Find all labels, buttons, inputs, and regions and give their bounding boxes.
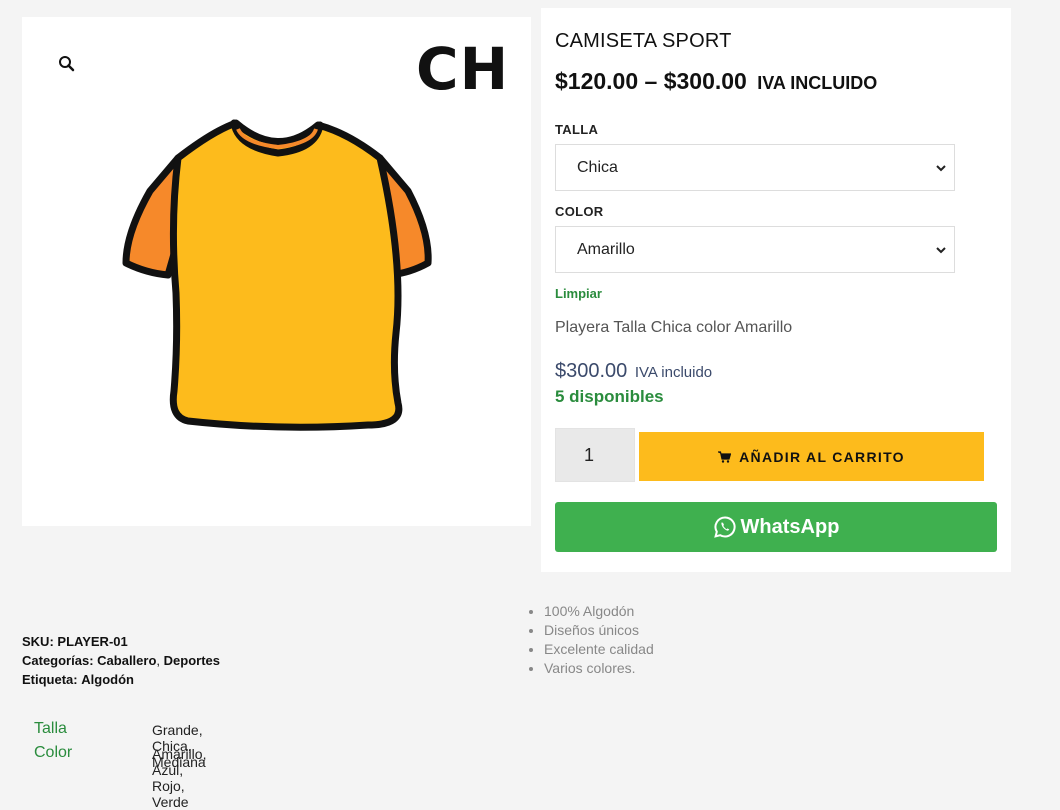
price-suffix: IVA INCLUIDO [757,73,878,93]
categories-label: Categorías: [22,653,94,668]
tag-link-algodon[interactable]: Algodón [81,672,134,687]
whatsapp-button[interactable]: WhatsApp [555,502,997,552]
price-range: $120.00 – $300.00 IVA INCLUIDO [555,68,877,95]
attribute-name: Talla [34,720,67,737]
color-label: COLOR [555,204,604,219]
list-item: Varios colores. [544,659,654,678]
category-link-deportes[interactable]: Deportes [164,653,220,668]
sku-label: SKU: [22,634,54,649]
attribute-name: Color [34,744,73,761]
talla-select-value: Chica [577,159,618,176]
attribute-values: Amarillo, Azul, Rojo, Verde [152,746,207,810]
list-item: Excelente calidad [544,640,654,659]
chevron-down-icon [936,247,946,254]
variation-price-value: $300.00 [555,360,628,382]
variation-description: Playera Talla Chica color Amarillo [555,319,793,336]
quantity-value: 1 [584,445,595,465]
product-gallery: CH [22,17,531,526]
talla-select[interactable]: Chica [555,144,955,191]
variation-price: $300.00 IVA incluido [555,360,712,383]
product-summary: CAMISETA SPORT $120.00 – $300.00 IVA INC… [541,8,1011,572]
sku-row: SKU: PLAYER-01 [22,632,220,651]
quantity-input[interactable]: 1 [555,428,635,482]
cart-icon [718,450,732,463]
whatsapp-icon [713,516,736,538]
add-to-cart-label: AÑADIR AL CARRITO [739,448,905,465]
chevron-down-icon [936,165,946,172]
tag-label: Etiqueta: [22,672,78,687]
size-mark: CH [416,35,510,103]
product-meta: SKU: PLAYER-01 Categorías: Caballero, De… [22,632,220,689]
sku-value: PLAYER-01 [57,634,128,649]
magnifier-icon[interactable] [56,53,78,75]
list-item: Diseños únicos [544,621,654,640]
stock-status: 5 disponibles [555,387,664,406]
talla-label: TALLA [555,122,599,137]
price-range-value: $120.00 – $300.00 [555,68,747,94]
add-to-cart-button[interactable]: AÑADIR AL CARRITO [639,432,984,481]
feature-list: 100% Algodón Diseños únicos Excelente ca… [526,602,654,678]
categories-row: Categorías: Caballero, Deportes [22,653,220,668]
list-item: 100% Algodón [544,602,654,621]
tshirt-image[interactable] [118,113,438,433]
category-link-caballero[interactable]: Caballero [97,653,156,668]
color-select-value: Amarillo [577,241,635,258]
variation-price-suffix: IVA incluido [634,364,713,381]
tag-row: Etiqueta: Algodón [22,670,220,689]
color-select[interactable]: Amarillo [555,226,955,273]
whatsapp-label: WhatsApp [740,515,840,538]
product-title: CAMISETA SPORT [555,30,732,52]
clear-selection-link[interactable]: Limpiar [555,286,602,301]
